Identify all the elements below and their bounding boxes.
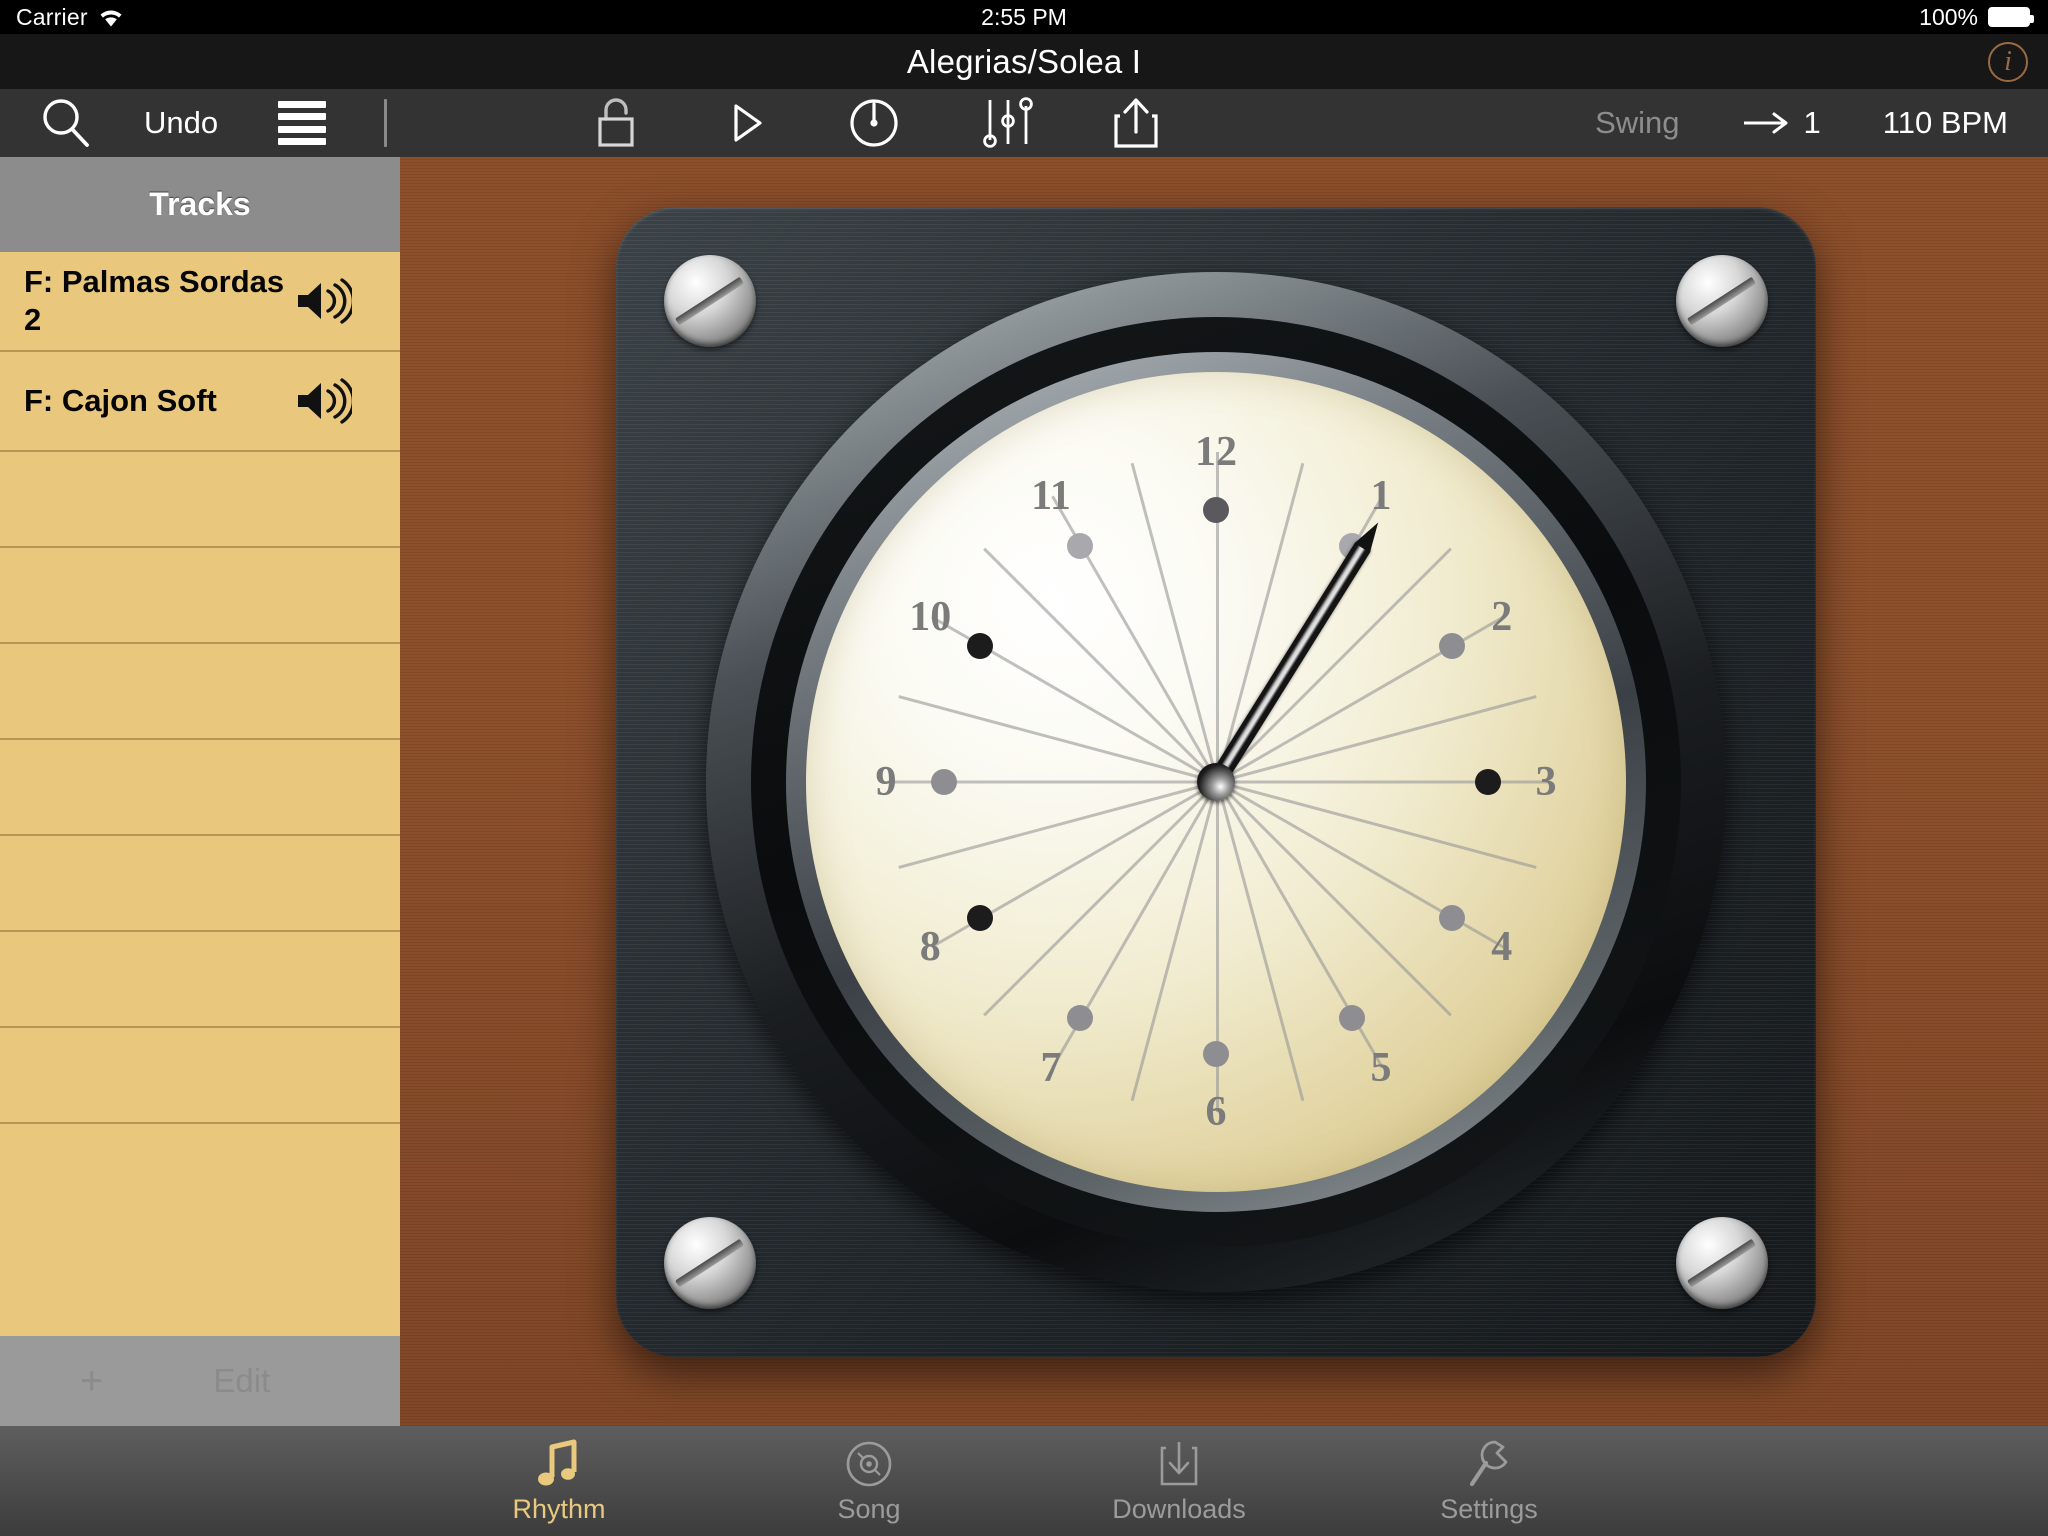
screw-bottom-right-icon <box>1676 1217 1768 1309</box>
tab-label: Rhythm <box>512 1493 606 1524</box>
wrench-icon <box>1464 1438 1514 1490</box>
tracks-sidebar: Tracks F: Palmas Sordas 2 F: Cajon Soft … <box>0 157 400 1426</box>
music-note-icon <box>536 1438 582 1490</box>
page-title: Alegrias/Solea I <box>906 42 1142 80</box>
track-list: F: Palmas Sordas 2 F: Cajon Soft <box>0 252 400 1124</box>
share-upload-icon[interactable] <box>1110 94 1162 152</box>
track-name: F: Cajon Soft <box>24 383 217 418</box>
track-row-empty[interactable] <box>0 1028 400 1124</box>
swing-button[interactable]: Swing <box>1595 105 1679 141</box>
track-row-empty[interactable] <box>0 932 400 1028</box>
track-row-empty[interactable] <box>0 836 400 932</box>
speaker-waves-icon[interactable] <box>294 378 352 424</box>
title-bar: Alegrias/Solea I i <box>0 34 2048 89</box>
metronome-hub <box>1197 763 1235 801</box>
screw-top-right-icon <box>1676 255 1768 347</box>
metronome-bezel-inner: 1 2 3 4 5 6 7 8 9 10 11 12 <box>786 352 1646 1212</box>
info-circle-icon[interactable]: i <box>1988 41 2028 82</box>
dial-numeral: 8 <box>919 924 941 970</box>
track-row-empty[interactable] <box>0 644 400 740</box>
track-row[interactable]: F: Cajon Soft <box>0 352 400 452</box>
play-icon[interactable] <box>730 102 766 144</box>
metronome-bezel-mid: 1 2 3 4 5 6 7 8 9 10 11 12 <box>751 317 1681 1247</box>
dial-accent-dot[interactable] <box>1438 633 1465 659</box>
track-name: F: Palmas Sordas 2 <box>24 264 285 337</box>
dial-accent-dot[interactable] <box>1438 905 1465 931</box>
tab-downloads[interactable]: Downloads <box>1084 1438 1274 1525</box>
repeat-count-label: 1 <box>1803 105 1821 140</box>
status-bar-time: 2:55 PM <box>981 3 1067 30</box>
dial-numeral: 1 <box>1370 473 1392 520</box>
undo-button[interactable]: Undo <box>144 105 218 141</box>
tab-bar: Rhythm Song Downloads Settings <box>0 1426 2048 1536</box>
dial-accent-dot[interactable] <box>1203 497 1229 523</box>
tab-song[interactable]: Song <box>774 1438 964 1525</box>
screw-top-left-icon <box>664 255 756 347</box>
dial-accent-dot[interactable] <box>1475 769 1501 795</box>
tracks-header: Tracks <box>0 157 400 252</box>
track-row-empty[interactable] <box>0 740 400 836</box>
add-track-button[interactable]: + <box>80 1359 103 1404</box>
metronome-dial-icon[interactable] <box>846 95 902 151</box>
track-row-empty[interactable] <box>0 548 400 644</box>
tab-label: Downloads <box>1112 1493 1246 1524</box>
track-row-empty[interactable] <box>0 452 400 548</box>
toolbar: Undo Swing 1 110 BPM <box>0 89 2048 157</box>
dial-accent-dot[interactable] <box>1067 1004 1093 1031</box>
download-icon <box>1156 1438 1202 1490</box>
dial-numeral: 2 <box>1491 594 1513 640</box>
status-bar: Carrier 2:55 PM 100% <box>0 0 2048 34</box>
screw-bottom-left-icon <box>664 1217 756 1309</box>
list-lines-icon[interactable] <box>278 101 327 145</box>
dial-accent-dot[interactable] <box>1067 533 1093 560</box>
dial-numeral: 4 <box>1491 924 1513 970</box>
dial-numeral: 5 <box>1370 1044 1392 1091</box>
bpm-button[interactable]: 110 BPM <box>1883 105 2008 141</box>
dial-numeral: 11 <box>1031 473 1071 520</box>
dial-numeral: 3 <box>1535 759 1557 805</box>
edit-tracks-button[interactable]: Edit <box>213 1362 270 1400</box>
dial-numeral: 10 <box>909 594 952 640</box>
speaker-waves-icon[interactable] <box>294 278 352 324</box>
metronome-case[interactable]: 1 2 3 4 5 6 7 8 9 10 11 12 <box>616 207 1816 1357</box>
track-row[interactable]: F: Palmas Sordas 2 <box>0 252 400 352</box>
disc-icon <box>844 1438 894 1490</box>
repeat-count-button[interactable]: 1 <box>1742 105 1821 141</box>
metronome-bezel-outer: 1 2 3 4 5 6 7 8 9 10 11 12 <box>706 272 1726 1292</box>
battery-percent-label: 100% <box>1919 3 1978 30</box>
dial-accent-dot[interactable] <box>1339 1004 1365 1031</box>
tab-label: Song <box>837 1493 901 1524</box>
tab-label: Settings <box>1440 1493 1538 1524</box>
dial-numeral: 9 <box>875 759 897 805</box>
main-area: Tracks F: Palmas Sordas 2 F: Cajon Soft … <box>0 157 2048 1426</box>
mixer-sliders-icon[interactable] <box>980 94 1038 152</box>
search-icon[interactable] <box>38 95 94 151</box>
tracks-sidebar-footer: + Edit <box>0 1336 400 1426</box>
tab-rhythm[interactable]: Rhythm <box>464 1438 654 1525</box>
dial-numeral: 6 <box>1205 1089 1227 1135</box>
dial-accent-dot[interactable] <box>931 769 957 795</box>
dial-accent-dot[interactable] <box>1203 1041 1229 1067</box>
tab-settings[interactable]: Settings <box>1394 1438 1584 1525</box>
arrow-to-icon <box>1742 111 1794 135</box>
unlock-icon[interactable] <box>592 95 640 151</box>
tracks-header-label: Tracks <box>149 186 251 222</box>
app-root: Carrier 2:55 PM 100% Alegrias/Solea I i … <box>0 0 2048 1536</box>
metronome-panel: 1 2 3 4 5 6 7 8 9 10 11 12 <box>400 157 2048 1426</box>
status-bar-right: 100% <box>1919 3 2034 31</box>
battery-full-icon <box>1988 7 2034 27</box>
dial-accent-dot[interactable] <box>967 633 994 659</box>
dial-accent-dot[interactable] <box>967 905 994 931</box>
toolbar-divider <box>384 99 388 147</box>
dial-numeral: 7 <box>1040 1044 1062 1091</box>
dial-numeral: 12 <box>1195 429 1237 475</box>
metronome-dial[interactable]: 1 2 3 4 5 6 7 8 9 10 11 12 <box>806 372 1626 1192</box>
